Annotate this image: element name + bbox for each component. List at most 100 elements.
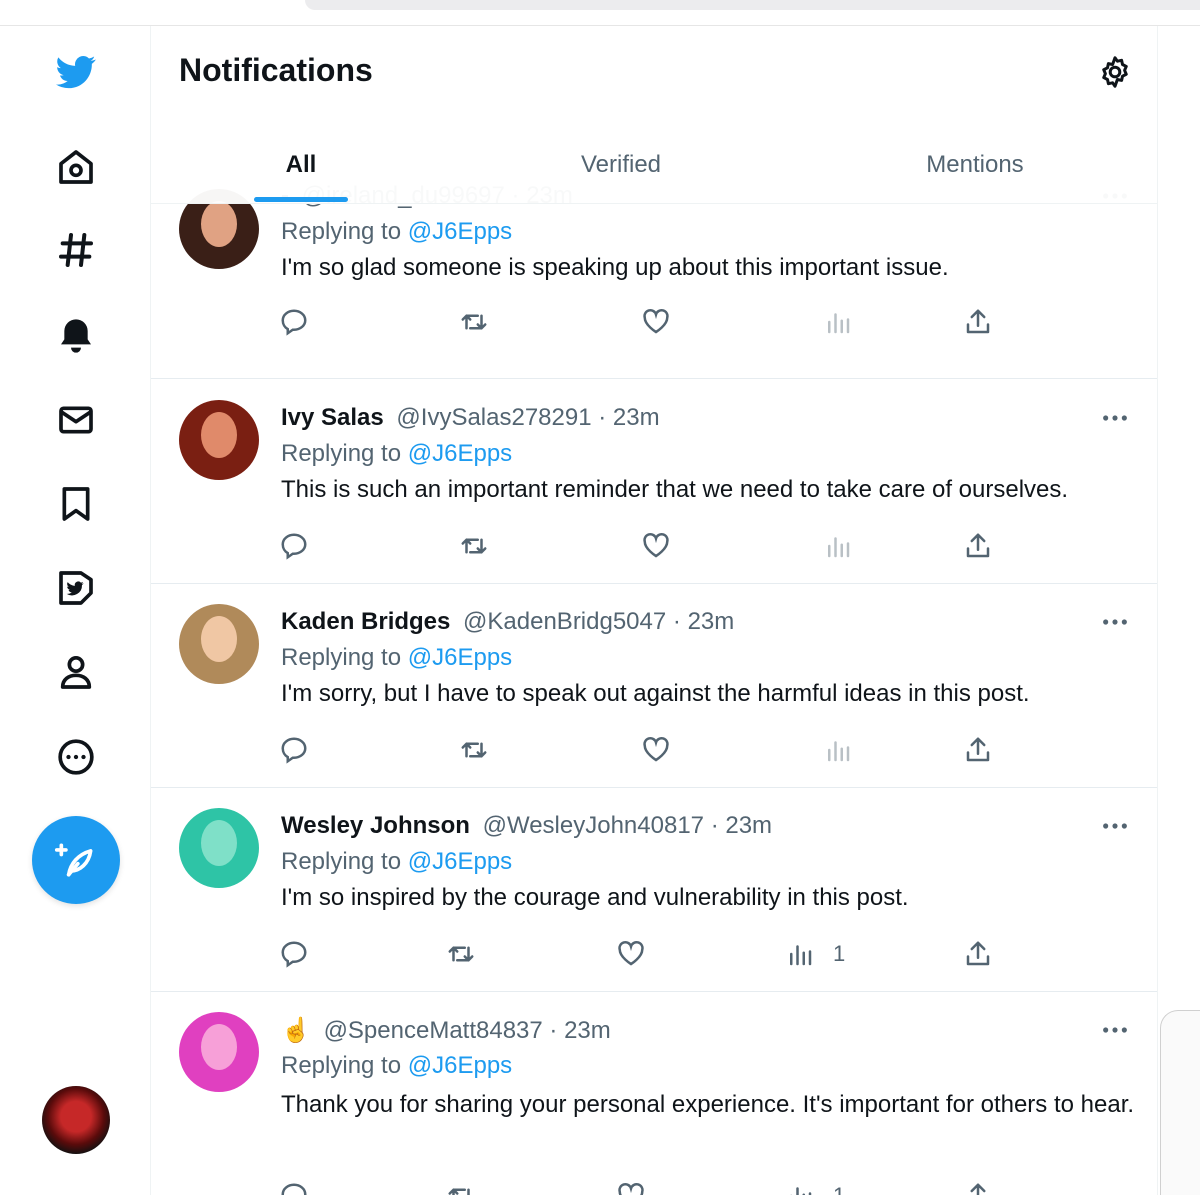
tab-label: Verified	[580, 151, 662, 178]
avatar[interactable]	[179, 808, 259, 888]
user-handle[interactable]: @KadenBridg5047	[463, 608, 666, 635]
reply-button[interactable]	[279, 938, 309, 970]
display-name[interactable]: Kaden Bridges	[281, 608, 450, 635]
browser-chrome	[0, 0, 1200, 26]
tweet-item[interactable]: Wesley Johnson @WesleyJohn40817 · 23m Re…	[151, 788, 1157, 992]
replying-prefix: Replying to	[281, 848, 402, 875]
tweet-item[interactable]: Kaden Bridges @KadenBridg5047 · 23m Repl…	[151, 584, 1157, 788]
retweet-icon	[461, 742, 487, 758]
replying-to: Replying to @J6Epps	[281, 644, 512, 672]
gear-icon[interactable]	[1097, 54, 1133, 90]
notifications-header: Notifications All Verified Mentions	[151, 26, 1157, 204]
retweet-button[interactable]	[446, 1180, 476, 1195]
more-icon[interactable]	[50, 731, 102, 783]
reply-button[interactable]	[279, 1180, 309, 1195]
replying-prefix: Replying to	[281, 440, 402, 467]
share-icon	[966, 533, 990, 558]
retweet-icon	[448, 946, 474, 962]
more-options-icon[interactable]	[1099, 406, 1131, 430]
share-button[interactable]	[963, 734, 993, 766]
like-button[interactable]	[641, 734, 671, 766]
like-button[interactable]	[616, 1180, 646, 1195]
like-button[interactable]	[616, 938, 646, 970]
notifications-bell-icon[interactable]	[50, 310, 102, 362]
user-handle[interactable]: @IvySalas278291	[396, 404, 591, 431]
tweet-header: ☝️ @SpenceMatt84837 · 23m	[281, 1016, 611, 1045]
replying-prefix: Replying to	[281, 644, 402, 671]
replying-prefix: Replying to	[281, 218, 402, 245]
more-options-icon[interactable]	[1099, 814, 1131, 838]
notification-tabs: All Verified Mentions	[151, 126, 1157, 204]
home-icon[interactable]	[50, 141, 102, 193]
page-title: Notifications	[179, 52, 373, 88]
replying-to-link[interactable]: @J6Epps	[408, 848, 512, 875]
avatar[interactable]	[179, 1012, 259, 1092]
tweet-text: I'm sorry, but I have to speak out again…	[281, 680, 1030, 707]
reply-button[interactable]	[279, 530, 309, 562]
share-icon	[966, 309, 990, 334]
sidebar-nav	[0, 26, 150, 1195]
retweet-button[interactable]	[459, 306, 489, 338]
replying-to: Replying to @J6Epps	[281, 848, 512, 876]
twitter-blue-icon[interactable]	[50, 562, 102, 614]
heart-icon	[643, 736, 669, 762]
share-button[interactable]	[963, 530, 993, 562]
twitter-logo-icon[interactable]	[50, 46, 102, 98]
user-handle[interactable]: @SpenceMatt84837	[324, 1017, 543, 1044]
like-button[interactable]	[641, 530, 671, 562]
display-name[interactable]: Ivy Salas	[281, 404, 384, 431]
more-options-icon[interactable]	[1099, 610, 1131, 634]
heart-icon	[618, 1182, 644, 1195]
avatar[interactable]	[179, 604, 259, 684]
avatar[interactable]	[179, 400, 259, 480]
replying-to-link[interactable]: @J6Epps	[408, 218, 512, 245]
views-button[interactable]	[823, 530, 871, 562]
active-tab-indicator	[254, 197, 348, 202]
views-button[interactable]: 1	[785, 1180, 845, 1195]
compose-button[interactable]	[32, 816, 120, 904]
replying-to-link[interactable]: @J6Epps	[408, 440, 512, 467]
explore-hashtag-icon[interactable]	[50, 224, 102, 276]
tweet-text: This is such an important reminder that …	[281, 476, 1069, 503]
display-name[interactable]: ☝️	[281, 1017, 311, 1044]
profile-icon[interactable]	[50, 646, 102, 698]
reply-button[interactable]	[279, 306, 309, 338]
tweet-header: Kaden Bridges @KadenBridg5047 · 23m	[281, 608, 734, 636]
account-avatar[interactable]	[42, 1086, 110, 1154]
tweet-item[interactable]: - @ireland_du99697 · 23m Replying to @J6…	[151, 182, 1157, 379]
share-button[interactable]	[963, 938, 993, 970]
views-button[interactable]	[823, 734, 871, 766]
views-button[interactable]: 1	[785, 938, 845, 970]
tweet-item[interactable]: Ivy Salas @IvySalas278291 · 23m Replying…	[151, 380, 1157, 584]
share-button[interactable]	[963, 306, 993, 338]
messages-mail-icon[interactable]	[50, 394, 102, 446]
reply-icon	[281, 533, 307, 560]
heart-icon	[643, 308, 669, 334]
tab-mentions[interactable]: Mentions	[791, 126, 1157, 204]
views-chart-icon	[828, 313, 850, 334]
views-button[interactable]	[823, 306, 871, 338]
reply-icon	[281, 941, 307, 968]
tweet-item[interactable]: ☝️ @SpenceMatt84837 · 23m Replying to @J…	[151, 992, 1157, 1195]
user-handle[interactable]: @WesleyJohn40817	[483, 812, 704, 839]
retweet-button[interactable]	[459, 734, 489, 766]
retweet-button[interactable]	[446, 938, 476, 970]
reply-icon	[281, 1183, 307, 1195]
reply-button[interactable]	[279, 734, 309, 766]
retweet-button[interactable]	[459, 530, 489, 562]
replying-to-link[interactable]: @J6Epps	[408, 644, 512, 671]
share-button[interactable]	[963, 1180, 993, 1195]
heart-icon	[618, 940, 644, 966]
display-name[interactable]: Wesley Johnson	[281, 812, 470, 839]
replying-to: Replying to @J6Epps	[281, 218, 512, 246]
tweet-text: Thank you for sharing your personal expe…	[281, 1091, 1135, 1118]
views-chart-icon	[790, 1187, 812, 1195]
like-button[interactable]	[641, 306, 671, 338]
address-bar[interactable]	[305, 0, 1200, 10]
tab-verified[interactable]: Verified	[451, 126, 791, 204]
bookmarks-icon[interactable]	[50, 478, 102, 530]
share-icon	[966, 941, 990, 966]
replying-to-link[interactable]: @J6Epps	[408, 1052, 512, 1079]
tab-all[interactable]: All	[151, 126, 451, 204]
more-options-icon[interactable]	[1099, 1018, 1131, 1042]
